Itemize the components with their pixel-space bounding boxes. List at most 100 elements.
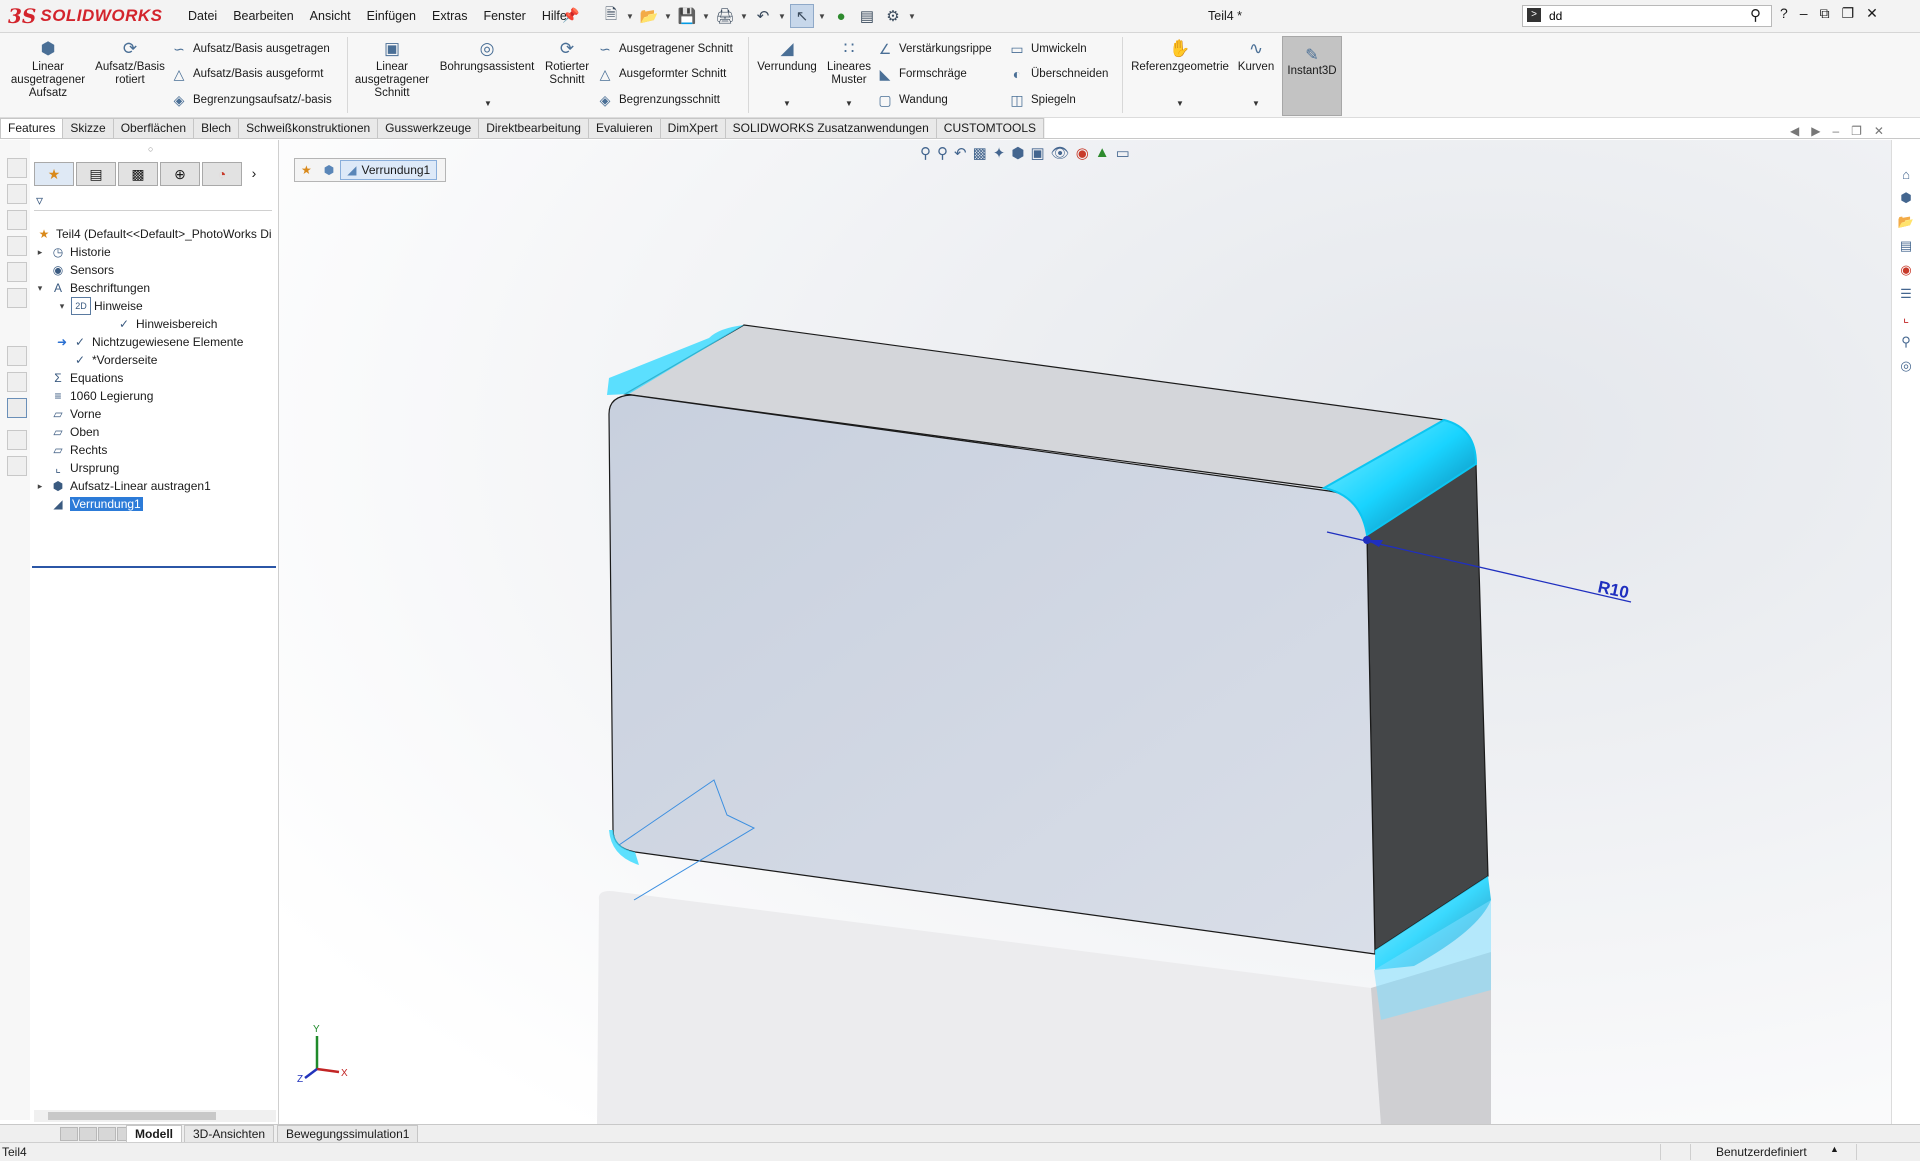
close-icon[interactable]: ✕ — [1866, 5, 1878, 22]
reference-geometry-button[interactable]: ✋ Referenzgeometrie — [1126, 37, 1234, 74]
tree-item-vorderseite[interactable]: ✓ *Vorderseite — [68, 350, 157, 370]
tab-customtools[interactable]: CUSTOMTOOLS — [935, 118, 1045, 138]
tree-item-beschriftungen[interactable]: ▾ A Beschriftungen — [34, 278, 150, 298]
body-icon[interactable]: ⬢ — [318, 163, 340, 177]
instant3d-button[interactable]: ✎ Instant3D — [1282, 36, 1342, 116]
menu-einfuegen[interactable]: Einfügen — [359, 9, 424, 23]
shell-button[interactable]: ▢ Wandung — [876, 89, 947, 111]
rollback-bar[interactable] — [32, 566, 276, 568]
tab-features[interactable]: Features — [0, 118, 64, 138]
tab-schweisskonstruktionen[interactable]: Schweißkonstruktionen — [238, 118, 379, 138]
part-icon[interactable]: ★ — [295, 163, 318, 177]
tab-blech[interactable]: Blech — [193, 118, 240, 138]
chevron-down-icon[interactable]: ▼ — [702, 12, 710, 21]
strip-tool-icon[interactable] — [7, 398, 27, 418]
zoom-to-fit-icon[interactable]: ⚲ — [920, 144, 931, 162]
boundary-boss-button[interactable]: ◈ Begrenzungsaufsatz/-basis — [170, 89, 332, 111]
tree-item-nichtzugewiesene[interactable]: ➜ ✓ Nichtzugewiesene Elemente — [56, 332, 243, 352]
expand-right-icon[interactable]: ▶ — [1811, 124, 1820, 138]
restore-icon[interactable]: ❐ — [1851, 124, 1862, 138]
strip-tool-icon[interactable] — [7, 236, 27, 256]
search-input[interactable] — [1547, 7, 1741, 25]
chevron-down-icon[interactable]: ▼ — [783, 99, 791, 108]
cut-extrude-button[interactable]: ▣ Linear ausgetragener Schnitt — [352, 37, 432, 100]
apply-scene-icon[interactable]: ▲ — [1095, 144, 1110, 162]
home-icon[interactable]: ⌂ — [1896, 164, 1916, 184]
chevron-down-icon[interactable]: ▼ — [778, 12, 786, 21]
display-style-icon[interactable]: ▣ — [1030, 144, 1044, 162]
chevron-down-icon[interactable]: ▼ — [664, 12, 672, 21]
tree-horizontal-scrollbar[interactable] — [34, 1110, 276, 1122]
loft-button[interactable]: △ Aufsatz/Basis ausgeformt — [170, 63, 324, 85]
expand-arrow-icon[interactable]: ▸ — [34, 247, 46, 258]
strip-tool-icon[interactable] — [7, 288, 27, 308]
menu-fenster[interactable]: Fenster — [475, 9, 533, 23]
hole-wizard-button[interactable]: ◎ Bohrungsassistent — [436, 37, 538, 74]
rib-button[interactable]: ∠ Verstärkungsrippe — [876, 38, 992, 60]
linear-extrude-button[interactable]: ⬢ Linear ausgetragener Aufsatz — [8, 37, 88, 100]
command-search-icon[interactable]: > — [1527, 8, 1541, 22]
tree-item-material[interactable]: ≡ 1060 Legierung — [34, 386, 153, 406]
restore-icon[interactable]: ❐ — [1842, 5, 1855, 22]
tree-root-part[interactable]: ★ Teil4 (Default<<Default>_PhotoWorks Di — [32, 224, 272, 244]
view-settings-icon[interactable]: ▭ — [1116, 144, 1130, 162]
chevron-down-icon[interactable]: ▼ — [626, 12, 634, 21]
tree-item-oben[interactable]: ▱ Oben — [34, 422, 99, 442]
breadcrumb-current[interactable]: ◢ Verrundung1 — [340, 160, 438, 180]
next-tab-icon[interactable] — [98, 1127, 116, 1141]
undo-icon[interactable]: ↶ — [752, 5, 774, 27]
options-gear-icon[interactable]: ⚙ — [882, 5, 904, 27]
panel-collapse-handle[interactable]: ○ — [148, 144, 153, 154]
boundary-cut-button[interactable]: ◈ Begrenzungsschnitt — [596, 89, 720, 111]
strip-tool-icon[interactable] — [7, 372, 27, 392]
forum-icon[interactable]: ⚲ — [1896, 332, 1916, 352]
chevron-down-icon[interactable]: ▼ — [818, 12, 826, 21]
revolve-button[interactable]: ⟳ Aufsatz/Basis rotiert — [92, 37, 168, 87]
help-icon[interactable]: ? — [1780, 5, 1788, 22]
prev-tab-icon[interactable] — [79, 1127, 97, 1141]
custom-properties-icon[interactable]: ☰ — [1896, 284, 1916, 304]
tree-item-verrundung[interactable]: ◢ Verrundung1 — [34, 494, 143, 514]
chevron-right-icon[interactable]: › — [244, 162, 264, 184]
menu-datei[interactable]: Datei — [180, 9, 225, 23]
design-library-icon[interactable]: 📂 — [1896, 212, 1916, 232]
sweep-button[interactable]: ∽ Aufsatz/Basis ausgetragen — [170, 38, 330, 60]
chevron-down-icon[interactable]: ▼ — [740, 12, 748, 21]
intersect-button[interactable]: ◐ Überschneiden — [1008, 63, 1109, 85]
revolve-cut-button[interactable]: ⟳ Rotierter Schnitt — [542, 37, 592, 87]
display-manager-tab-icon[interactable]: ◔ — [202, 162, 242, 186]
swept-cut-button[interactable]: ∽ Ausgetragener Schnitt — [596, 38, 733, 60]
lofted-cut-button[interactable]: △ Ausgeformter Schnitt — [596, 63, 727, 85]
fillet-button[interactable]: ◢ Verrundung — [752, 37, 822, 74]
tab-zusatzanwendungen[interactable]: SOLIDWORKS Zusatzanwendungen — [724, 118, 937, 138]
menu-ansicht[interactable]: Ansicht — [302, 9, 359, 23]
chevron-down-icon[interactable]: ▼ — [484, 99, 492, 108]
tab-bewegungssimulation[interactable]: Bewegungssimulation1 — [277, 1125, 419, 1143]
chevron-down-icon[interactable]: ▼ — [908, 12, 916, 21]
dynamic-annotation-icon[interactable]: ✦ — [993, 144, 1006, 162]
collapse-arrow-icon[interactable]: ▾ — [56, 301, 68, 312]
tree-item-sensors[interactable]: ◉ Sensors — [34, 260, 114, 280]
draft-button[interactable]: ◣ Formschräge — [876, 63, 967, 85]
minimize-icon[interactable]: – — [1800, 5, 1808, 22]
chevron-down-icon[interactable]: ▼ — [1252, 99, 1260, 108]
tree-item-historie[interactable]: ▸ ◷ Historie — [34, 242, 111, 262]
tree-item-rechts[interactable]: ▱ Rechts — [34, 440, 107, 460]
tree-item-equations[interactable]: Σ Equations — [34, 368, 123, 388]
3dexperience-icon[interactable]: ◎ — [1896, 356, 1916, 376]
resources-icon[interactable]: ⬢ — [1896, 188, 1916, 208]
chevron-down-icon[interactable]: ▼ — [845, 99, 853, 108]
strip-tool-icon[interactable] — [7, 346, 27, 366]
first-tab-icon[interactable] — [60, 1127, 78, 1141]
select-cursor-icon[interactable]: ↖ — [790, 4, 814, 28]
curves-button[interactable]: ∿ Kurven — [1236, 37, 1276, 74]
graphics-area[interactable]: R10 Y X Z — [279, 140, 1891, 1125]
configuration-manager-tab-icon[interactable]: ▩ — [118, 162, 158, 186]
tab-gusswerkzeuge[interactable]: Gusswerkzeuge — [377, 118, 480, 138]
appearances-icon[interactable]: ◉ — [1896, 260, 1916, 280]
tab-dimxpert[interactable]: DimXpert — [659, 118, 726, 138]
tab-oberflaechen[interactable]: Oberflächen — [112, 118, 195, 138]
menu-bearbeiten[interactable]: Bearbeiten — [225, 9, 301, 23]
save-icon[interactable]: 💾 — [676, 5, 698, 27]
tree-item-hinweise[interactable]: ▾ 2D Hinweise — [56, 296, 143, 316]
